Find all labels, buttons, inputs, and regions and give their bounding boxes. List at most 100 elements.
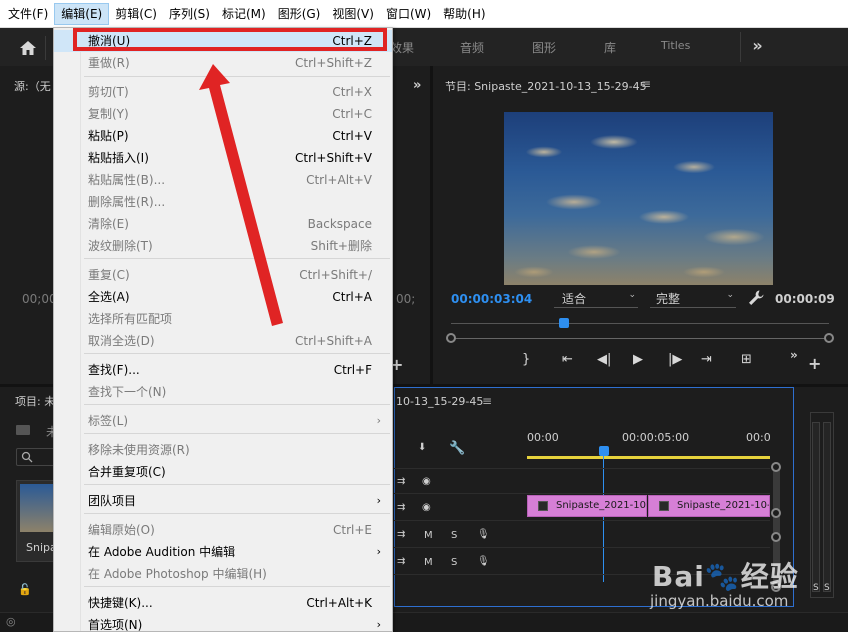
chevron-down-icon: ⌄ xyxy=(726,290,734,300)
scroll-handle-right[interactable] xyxy=(824,333,834,343)
solo-button[interactable]: S xyxy=(451,530,457,541)
eye-icon[interactable]: ◉ xyxy=(422,502,431,513)
sync-lock-icon[interactable]: ⇉ xyxy=(397,502,405,513)
timeline-settings-wrench-icon[interactable]: 🔧 xyxy=(449,441,465,456)
program-more-icon[interactable]: » xyxy=(790,348,798,362)
tab-audio[interactable]: 音频 xyxy=(460,39,484,56)
menu-item[interactable]: 查找下一个(N) xyxy=(54,381,392,403)
menu-item-label: 粘贴插入(I) xyxy=(88,151,149,165)
tab-library[interactable]: 库 xyxy=(604,39,616,56)
program-monitor-title[interactable]: 节目: Snipaste_2021-10-13_15-29-45 xyxy=(445,78,647,94)
program-scroll-bar[interactable] xyxy=(451,338,829,339)
export-frame-icon[interactable]: ⊞ xyxy=(741,352,752,367)
menu-item[interactable]: 编辑原始(O) Ctrl+E xyxy=(54,519,392,541)
timeline-clip-1[interactable]: Snipaste_2021-10-13 xyxy=(527,495,647,517)
scroll-handle-middle[interactable] xyxy=(771,508,781,518)
menu-item[interactable]: 取消全选(D) Ctrl+Shift+A xyxy=(54,330,392,352)
search-icon xyxy=(21,451,33,463)
scroll-handle-lower[interactable] xyxy=(771,532,781,542)
timeline-clip-2[interactable]: Snipaste_2021-10-13_ xyxy=(648,495,770,517)
sync-lock-icon[interactable]: ⇉ xyxy=(397,529,405,540)
more-workspaces-icon[interactable]: » xyxy=(740,32,774,62)
menu-item[interactable]: 查找(F)... Ctrl+F xyxy=(54,359,392,381)
microphone-icon[interactable]: 🎙 xyxy=(477,529,490,540)
menu-clip[interactable]: 剪辑(C) xyxy=(109,3,163,25)
program-timecode[interactable]: 00:00:03:04 xyxy=(451,292,532,306)
menu-item[interactable]: 在 Adobe Audition 中编辑 › xyxy=(54,541,392,563)
menu-item[interactable]: 重复(C) Ctrl+Shift+/ xyxy=(54,264,392,286)
tab-titles[interactable]: Titles xyxy=(661,39,690,52)
go-to-in-icon[interactable]: ⇤ xyxy=(562,352,573,367)
menu-item[interactable]: 合并重复项(C) xyxy=(54,461,392,483)
menu-view[interactable]: 视图(V) xyxy=(326,3,380,25)
mark-out-icon[interactable]: } xyxy=(522,352,530,367)
menu-item[interactable]: 团队项目 › xyxy=(54,490,392,512)
menu-item[interactable]: 重做(R) Ctrl+Shift+Z xyxy=(54,52,392,74)
menu-edit[interactable]: 编辑(E) xyxy=(54,2,110,25)
solo-left-button[interactable]: S xyxy=(813,583,819,593)
tab-graphics[interactable]: 图形 xyxy=(532,39,556,56)
timeline-sequence-title[interactable]: 10-13_15-29-45 xyxy=(396,395,483,408)
tab-effects[interactable]: 效果 xyxy=(390,39,414,56)
play-icon[interactable]: ▶ xyxy=(633,352,643,367)
menu-item[interactable]: 移除未使用资源(R) xyxy=(54,439,392,461)
lock-icon[interactable]: 🔓 xyxy=(18,583,32,596)
menu-item[interactable]: 粘贴属性(B)... Ctrl+Alt+V xyxy=(54,169,392,191)
menu-item[interactable]: 粘贴插入(I) Ctrl+Shift+V xyxy=(54,147,392,169)
menu-item[interactable]: 粘贴(P) Ctrl+V xyxy=(54,125,392,147)
mute-button[interactable]: M xyxy=(424,530,433,541)
menu-item[interactable]: 全选(A) Ctrl+A xyxy=(54,286,392,308)
program-playhead[interactable] xyxy=(559,318,570,328)
menu-item[interactable]: 删除属性(R)... xyxy=(54,191,392,213)
menu-item[interactable]: 选择所有匹配项 xyxy=(54,308,392,330)
menu-graphics[interactable]: 图形(G) xyxy=(272,3,327,25)
source-more-icon[interactable]: » xyxy=(413,78,421,93)
menu-item[interactable]: 在 Adobe Photoshop 中编辑(H) xyxy=(54,563,392,585)
menu-file[interactable]: 文件(F) xyxy=(2,3,54,25)
mute-button[interactable]: M xyxy=(424,557,433,568)
menu-item[interactable]: 标签(L) › xyxy=(54,410,392,432)
eye-icon[interactable]: ◉ xyxy=(422,476,431,487)
menu-item-shortcut: Ctrl+V xyxy=(332,129,372,143)
scroll-handle-left[interactable] xyxy=(446,333,456,343)
project-panel-title[interactable]: 项目: 未 xyxy=(15,393,55,409)
project-search-input[interactable] xyxy=(16,448,56,466)
menu-item[interactable]: 首选项(N) › xyxy=(54,614,392,632)
solo-button[interactable]: S xyxy=(451,557,457,568)
menu-window[interactable]: 窗口(W) xyxy=(380,3,437,25)
program-menu-icon[interactable]: ≡ xyxy=(641,77,651,91)
menu-marker[interactable]: 标记(M) xyxy=(216,3,272,25)
fit-dropdown[interactable]: 适合 ⌄ xyxy=(554,290,638,308)
step-back-icon[interactable]: ◀| xyxy=(597,352,611,367)
panel-divider[interactable] xyxy=(430,66,433,384)
menu-item[interactable]: 复制(Y) Ctrl+C xyxy=(54,103,392,125)
quality-dropdown[interactable]: 完整 ⌄ xyxy=(650,290,736,308)
work-area-bar[interactable] xyxy=(527,456,770,459)
source-panel-title[interactable]: 源:（无 xyxy=(14,78,51,94)
step-forward-icon[interactable]: |▶ xyxy=(668,352,682,367)
home-icon[interactable] xyxy=(10,36,46,60)
timeline-playhead[interactable] xyxy=(599,446,609,456)
sync-lock-icon[interactable]: ⇉ xyxy=(397,476,405,487)
sync-lock-icon[interactable]: ⇉ xyxy=(397,556,405,567)
menu-item[interactable]: 波纹删除(T) Shift+删除 xyxy=(54,235,392,257)
menu-item-shortcut: Backspace xyxy=(307,217,372,231)
menu-item[interactable]: 剪切(T) Ctrl+X xyxy=(54,81,392,103)
wrench-icon[interactable] xyxy=(747,289,765,307)
scroll-handle-top[interactable] xyxy=(771,462,781,472)
timeline-menu-icon[interactable]: ≡ xyxy=(482,394,492,408)
menu-help[interactable]: 帮助(H) xyxy=(437,3,491,25)
go-to-out-icon[interactable]: ⇥ xyxy=(701,352,712,367)
marker-icon[interactable]: ⬇ xyxy=(418,442,426,453)
program-add-button[interactable]: + xyxy=(808,354,821,373)
solo-right-button[interactable]: S xyxy=(824,583,830,593)
microphone-icon[interactable]: 🎙 xyxy=(477,556,490,567)
menu-item[interactable]: 清除(E) Backspace xyxy=(54,213,392,235)
menu-item-label: 移除未使用资源(R) xyxy=(88,443,190,457)
quality-dropdown-value: 完整 xyxy=(656,292,681,306)
ruler-label-end: 00:0 xyxy=(746,431,771,444)
menu-sequence[interactable]: 序列(S) xyxy=(163,3,216,25)
menu-item-shortcut: Ctrl+Alt+V xyxy=(306,173,372,187)
menu-item-label: 查找(F)... xyxy=(88,363,140,377)
menu-item[interactable]: 快捷键(K)... Ctrl+Alt+K xyxy=(54,592,392,614)
